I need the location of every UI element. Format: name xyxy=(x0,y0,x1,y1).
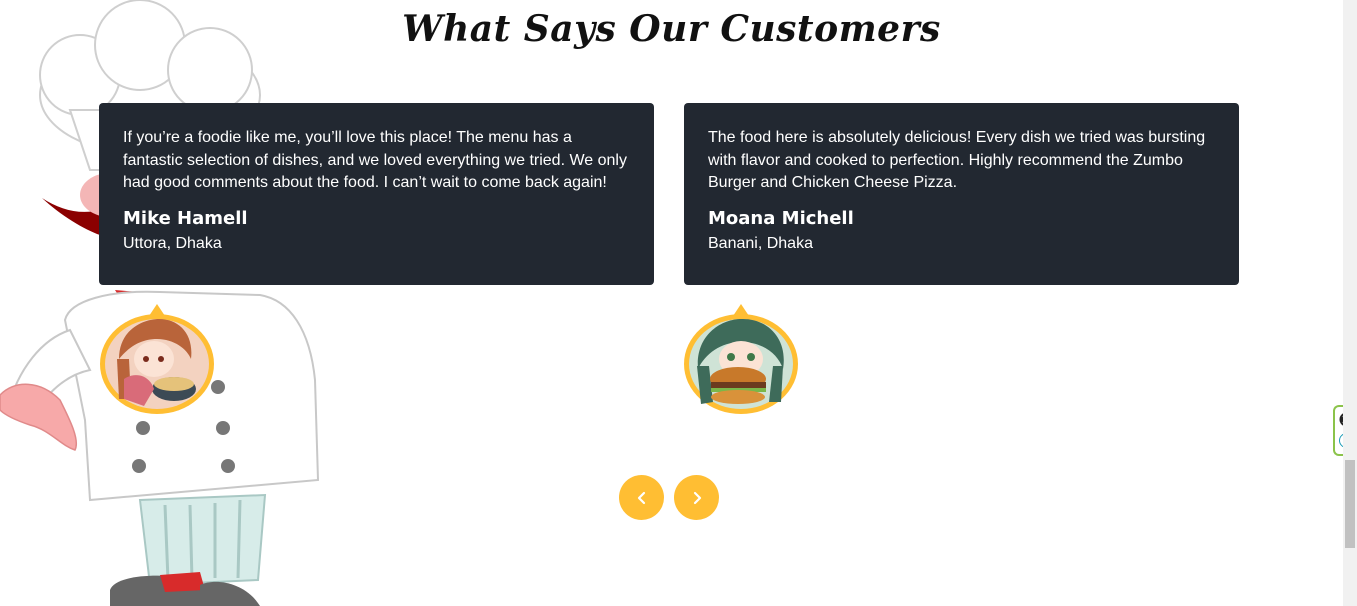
testimonial-name: Moana Michell xyxy=(708,207,854,229)
customer-avatar xyxy=(684,304,798,414)
chevron-right-icon xyxy=(693,491,701,504)
section-title: What Says Our Customers xyxy=(402,8,941,50)
testimonial-name: Mike Hamell xyxy=(123,207,248,229)
customer-avatar xyxy=(100,304,214,414)
page-scrollbar[interactable] xyxy=(1343,0,1357,606)
testimonial-quote: If you’re a foodie like me, you’ll love … xyxy=(123,129,627,191)
carousel-prev-button[interactable] xyxy=(619,475,664,520)
chef-illustration xyxy=(0,0,320,606)
testimonial-card: If you’re a foodie like me, you’ll love … xyxy=(99,103,654,285)
testimonials-page: What Says Our Customers If you’re a food… xyxy=(0,0,1357,606)
testimonial-card: The food here is absolutely delicious! E… xyxy=(684,103,1239,285)
testimonial-location: Uttora, Dhaka xyxy=(123,234,222,252)
carousel-next-button[interactable] xyxy=(674,475,719,520)
scrollbar-thumb[interactable] xyxy=(1345,460,1355,548)
testimonial-location: Banani, Dhaka xyxy=(708,234,813,252)
chevron-left-icon xyxy=(637,491,645,504)
testimonial-quote: The food here is absolutely delicious! E… xyxy=(708,129,1206,191)
